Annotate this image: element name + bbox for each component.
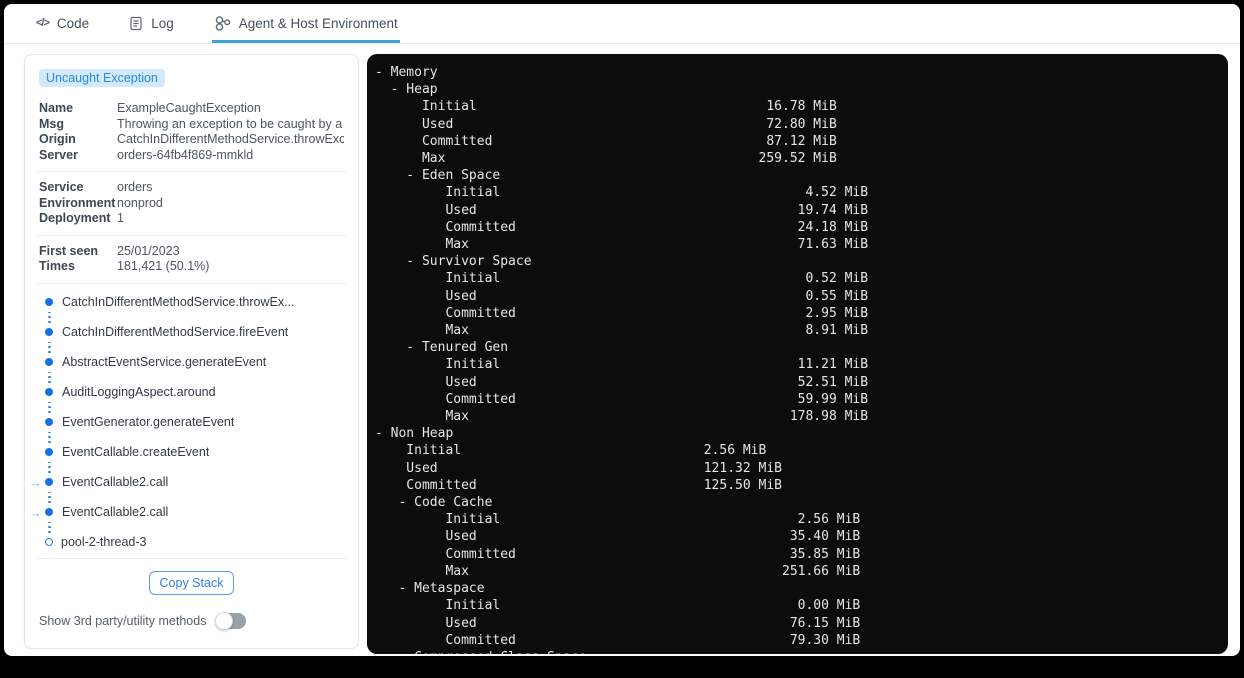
stack-frame[interactable]: EventCallable.createEvent [29,445,344,459]
detail-value: CatchInDifferentMethodService.throwExcep [117,133,344,146]
detail-row: Server orders-64fb4f869-mmkld [39,147,344,163]
divider [37,171,346,172]
stack-trace-list: CatchInDifferentMethodService.throwEx...… [29,295,344,549]
frame-dot-icon [45,358,53,366]
detail-value: 1 [117,212,124,225]
stack-frame-label: CatchInDifferentMethodService.throwEx... [62,295,295,309]
detail-value: Throwing an exception to be caught by a … [117,117,344,131]
stack-frame-label: AbstractEventService.generateEvent [62,355,267,369]
stack-frame-label: EventCallable.createEvent [62,445,210,459]
detail-value: ExampleCaughtException [117,102,261,115]
detail-row: Times 181,421 (50.1%) [39,259,344,274]
detail-row: Deployment 1 [39,211,344,226]
detail-row: Environment nonprod [39,195,344,211]
tab-agent-label: Agent & Host Environment [238,15,398,31]
stack-frame-label: AuditLoggingAspect.around [62,385,216,399]
thread-dot-icon [45,538,53,546]
memory-tree-text: - Memory - Heap Initial 16.78 MiB Used 7… [375,65,869,654]
tab-code[interactable]: </> Code [34,4,91,43]
stack-frame-label: EventGenerator.generateEvent [62,415,235,429]
jump-arrow-icon: → [29,474,42,490]
code-icon: </> [36,17,50,29]
detail-value: orders-64fb4f869-mmkld [117,148,254,162]
detail-row: Msg Throwing an exception to be caught by… [39,116,344,132]
exception-occurrence: First seen 25/01/2023 Times 181,421 (50.1%) [39,243,344,274]
stack-frame[interactable]: pool-2-thread-3 [29,535,344,549]
stack-connector [29,339,344,356]
stack-connector [29,429,344,446]
detail-label: Service [39,180,84,194]
stack-connector [29,399,344,416]
stack-frame[interactable]: CatchInDifferentMethodService.fireEvent [29,325,344,339]
detail-row: Service orders [39,180,344,195]
exception-context: Service orders Environment nonprod Deploymen… [39,180,344,226]
third-party-toggle-label: Show 3rd party/utility methods [39,613,207,628]
detail-value: orders [117,181,153,194]
frame-dot-icon [45,478,53,486]
detail-label: Environment [39,195,116,210]
detail-label: Name [39,101,74,115]
stack-connector [29,459,344,476]
copy-stack-button[interactable]: Copy Stack [148,570,235,595]
frame-dot-icon [45,508,53,516]
divider [37,282,346,284]
frame-dot-icon [45,298,53,306]
frame-dot-icon [45,328,53,336]
stack-connector [29,369,344,386]
tab-agent-host-environment[interactable]: Agent & Host Environment [211,4,400,43]
stack-frame[interactable]: → EventCallable2.call [29,474,344,490]
agent-environment-terminal[interactable]: - Memory - Heap Initial 16.78 MiB Used 7… [367,54,1228,654]
screenshot-root: { "tabs": [ {"label": "Code", "icon": "c… [0,0,1244,678]
app-window: </> Code Log Agent & Host Environment Un… [4,4,1240,656]
stack-frame-label: EventCallable2.call [62,475,169,489]
frame-dot-icon [45,388,53,396]
tab-log-label: Log [151,15,174,31]
stack-connector [29,309,344,326]
detail-row: Name ExampleCaughtException [39,101,344,116]
main-content: Uncaught Exception Name ExampleCaughtExce… [4,44,1240,654]
stack-frame-label: CatchInDifferentMethodService.fireEvent [62,325,289,339]
frame-dot-icon [45,418,53,426]
detail-row: Origin CatchInDifferentMethodService.thro… [39,132,344,147]
detail-label: Server [39,147,78,162]
detail-label: Deployment [39,211,111,225]
tab-log[interactable]: Log [127,4,176,43]
exception-type-badge: Uncaught Exception [39,69,165,87]
detail-label: Times [39,259,75,273]
log-icon [129,16,143,31]
frame-dot-icon [45,448,53,456]
stack-frame-label: pool-2-thread-3 [61,535,147,549]
stack-connector [29,489,344,506]
stack-connector [29,519,344,536]
stack-frame[interactable]: EventGenerator.generateEvent [29,415,344,429]
toggle-knob [215,611,234,630]
tab-bar: </> Code Log Agent & Host Environment [4,4,1240,44]
stack-frame[interactable]: CatchInDifferentMethodService.throwEx... [29,295,344,309]
detail-row: First seen 25/01/2023 [39,243,344,259]
tab-code-label: Code [56,15,90,31]
stack-frame-label: EventCallable2.call [62,505,169,519]
stack-frame[interactable]: → EventCallable2.call [29,504,344,520]
detail-label: Msg [39,116,64,131]
divider [37,557,346,559]
detail-value: nonprod [117,196,163,210]
stack-frame[interactable]: AbstractEventService.generateEvent [29,355,344,369]
detail-value: 181,421 (50.1%) [117,260,210,273]
agent-nodes-icon [214,15,231,32]
exception-details: Name ExampleCaughtException Msg Throwing an… [39,101,344,163]
stack-frame[interactable]: AuditLoggingAspect.around [29,385,344,399]
third-party-toggle[interactable] [215,611,247,630]
detail-value: 25/01/2023 [117,244,180,258]
divider [37,234,346,236]
exception-panel: Uncaught Exception Name ExampleCaughtExce… [24,54,359,649]
detail-label: Origin [39,132,76,146]
jump-arrow-icon: → [29,504,42,520]
detail-label: First seen [39,243,99,258]
